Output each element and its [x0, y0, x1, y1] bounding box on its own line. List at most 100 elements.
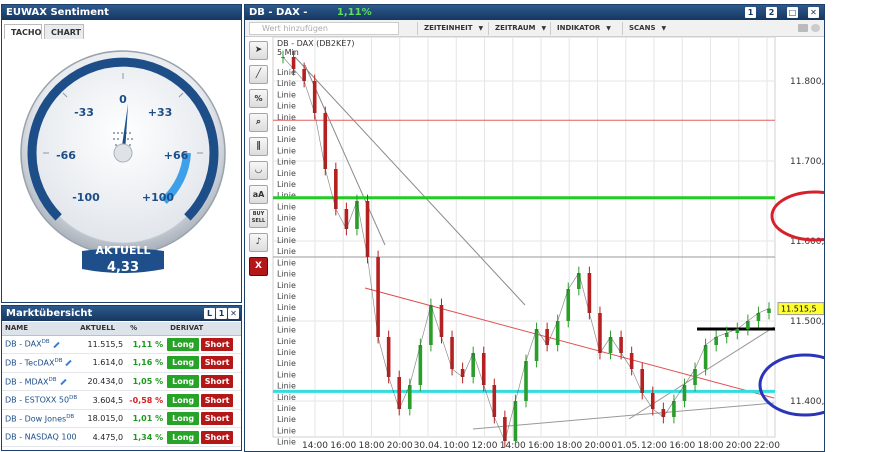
x-tick-label: 20:00: [585, 441, 611, 451]
x-tick-label: 14:00: [500, 441, 526, 451]
short-button[interactable]: Short: [201, 430, 234, 444]
line-label: Linie: [277, 270, 296, 279]
long-button[interactable]: Long: [167, 374, 200, 388]
table-row[interactable]: DB - MDAXDB 20.434,0 1,05 % Long Short: [2, 372, 241, 392]
line-label: Linie: [277, 180, 296, 189]
gauge-hub: [113, 143, 133, 163]
row-pct: 1,05 %: [127, 372, 168, 392]
row-value: 4.475,0: [77, 427, 128, 448]
table-row[interactable]: DB - Dow JonesDB 18.015,0 1,01 % Long Short: [2, 409, 241, 429]
row-name[interactable]: DB - ESTOXX 50DB: [2, 390, 78, 410]
row-name[interactable]: DB - MDAXDB: [2, 372, 78, 392]
edit-icon[interactable]: [65, 360, 73, 367]
line-label: Linie: [277, 79, 296, 88]
line-label: Linie: [277, 426, 296, 435]
line-label: Linie: [277, 415, 296, 424]
x-tick-label: 14:00: [302, 441, 328, 451]
tab-tacho[interactable]: TACHO: [4, 24, 42, 39]
table-row[interactable]: DB - TecDAXDB 1.614,0 1,16 % Long Short: [2, 353, 241, 373]
x-tick-label: 30.04.: [414, 441, 443, 451]
market-table: NAME AKTUELL % DERIVAT DB - DAXDB 11.515,…: [2, 322, 241, 448]
col-derivat: DERIVAT: [167, 322, 241, 336]
y-tick-label: 11.500,0: [790, 317, 824, 327]
last-price-label: 11.515,5: [781, 305, 817, 314]
channel-icon[interactable]: ∥: [249, 137, 268, 156]
short-button[interactable]: Short: [201, 374, 234, 388]
row-value: 11.515,5: [77, 335, 128, 355]
row-pct: 1,11 %: [127, 335, 168, 355]
row-name-text: DB - NASDAQ 100: [5, 433, 77, 443]
edit-icon[interactable]: [52, 341, 60, 348]
x-tick-label: 20:00: [726, 441, 752, 451]
gauge-label-minus33: -33: [74, 106, 94, 119]
sound-icon[interactable]: ♪: [249, 233, 268, 252]
line-label: Linie: [277, 393, 296, 402]
fibonacci-icon[interactable]: %: [249, 89, 268, 108]
cursor-icon[interactable]: ➤: [249, 41, 268, 60]
x-tick-label: 16:00: [669, 441, 695, 451]
short-button[interactable]: Short: [201, 356, 234, 370]
plot-area: [272, 36, 776, 438]
row-name-text: DB - MDAX: [5, 377, 49, 387]
table-row[interactable]: DB - DAXDB 11.515,5 1,11 % Long Short: [2, 335, 241, 355]
row-derivat: Long Short: [167, 335, 241, 355]
gauge-label-plus33: +33: [148, 106, 173, 119]
layout-button[interactable]: L: [204, 308, 215, 319]
text-icon[interactable]: aA: [249, 185, 268, 204]
row-name[interactable]: DB - Dow JonesDB: [2, 409, 78, 429]
arc-icon[interactable]: ◡: [249, 161, 268, 180]
line-label: Linie: [277, 214, 296, 223]
x-tick-label: 22:00: [754, 441, 780, 451]
row-name-text: DB - TecDAX: [5, 358, 55, 368]
row-pct: 1,16 %: [127, 353, 168, 373]
long-button[interactable]: Long: [167, 412, 200, 426]
short-button[interactable]: Short: [201, 337, 234, 351]
line-label: Linie: [277, 337, 296, 346]
line-label: Linie: [277, 258, 296, 267]
row-name[interactable]: DB - TecDAXDB: [2, 353, 78, 373]
row-value: 20.434,0: [77, 372, 128, 392]
row-name[interactable]: DB - DAXDB: [2, 335, 78, 355]
line-label: Linie: [277, 236, 296, 245]
long-button[interactable]: Long: [167, 430, 200, 444]
short-button[interactable]: Short: [201, 393, 234, 407]
line-label: Linie: [277, 404, 296, 413]
row-pct: -0,58 %: [127, 390, 168, 410]
row-name-sup: DB: [54, 358, 63, 365]
table-row[interactable]: DB - ESTOXX 50DB 3.604,5 -0,58 % Long Short: [2, 390, 241, 410]
line-label: Linie: [277, 281, 296, 290]
row-name-sup: DB: [41, 339, 50, 346]
table-row[interactable]: DB - NASDAQ 100 4.475,0 1,34 % Long Short: [2, 427, 241, 448]
long-button[interactable]: Long: [167, 337, 200, 351]
zoom-icon[interactable]: ⌕: [249, 113, 268, 132]
page-button[interactable]: 1: [216, 308, 227, 319]
market-title: Marktübersicht: [6, 308, 93, 319]
delete-drawings-icon[interactable]: X: [249, 257, 268, 276]
long-button[interactable]: Long: [167, 356, 200, 370]
x-tick-label: 18:00: [556, 441, 582, 451]
long-button[interactable]: Long: [167, 393, 200, 407]
edit-icon[interactable]: [59, 378, 67, 385]
line-label: Linie: [277, 303, 296, 312]
y-tick-label: 11.400,0: [790, 397, 824, 407]
line-label: Linie: [277, 314, 296, 323]
tab-chart[interactable]: CHART: [44, 24, 84, 39]
market-titlebar: Marktübersicht L 1 ✕: [2, 306, 241, 321]
line-label: Linie: [277, 169, 296, 178]
col-current: AKTUELL: [77, 322, 128, 336]
x-tick-label: 01.05.: [611, 441, 640, 451]
line-label: Linie: [277, 90, 296, 99]
buy-sell-icon[interactable]: BUY SELL: [249, 209, 268, 228]
line-label: Linie: [277, 146, 296, 155]
line-label: Linie: [277, 348, 296, 357]
x-tick-label: 18:00: [698, 441, 724, 451]
short-button[interactable]: Short: [201, 412, 234, 426]
close-icon[interactable]: ✕: [228, 308, 239, 319]
line-icon[interactable]: ╱: [249, 65, 268, 84]
row-name[interactable]: DB - NASDAQ 100: [2, 427, 78, 448]
gauge-label-plus66: +66: [164, 149, 189, 162]
line-label: Linie: [277, 247, 296, 256]
y-tick-label: 11.800,0: [790, 77, 824, 87]
market-overview-panel: Marktübersicht L 1 ✕ NAME AKTUELL % DERI…: [1, 305, 242, 451]
line-label: Linie: [277, 135, 296, 144]
